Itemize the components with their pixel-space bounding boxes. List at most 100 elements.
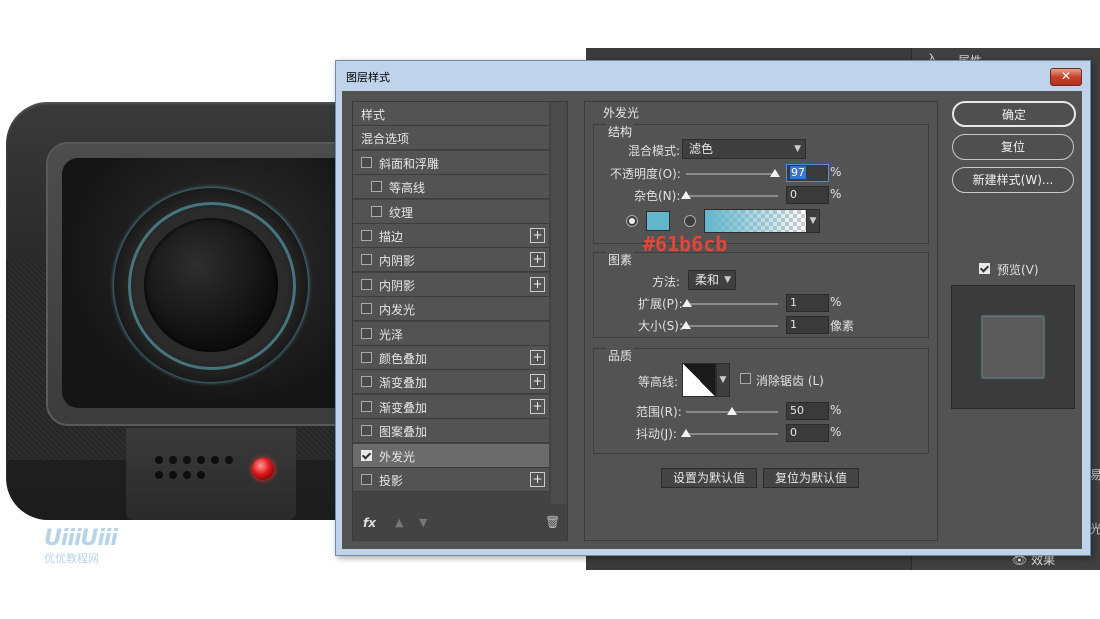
blend-mode-dropdown[interactable]: 滤色 ▼: [682, 139, 806, 159]
add-style-icon[interactable]: +: [530, 399, 545, 414]
style-checkbox[interactable]: [361, 450, 372, 461]
style-list-item[interactable]: 投影 +: [353, 468, 549, 492]
style-checkbox[interactable]: [361, 425, 372, 436]
style-item-label: 内阴影: [379, 279, 416, 293]
style-list-item[interactable]: 等高线: [353, 175, 549, 199]
spread-slider-thumb[interactable]: [681, 299, 692, 307]
style-checkbox[interactable]: [361, 401, 372, 412]
reset-default-button[interactable]: 复位为默认值: [763, 468, 859, 488]
chevron-down-icon: ▼: [794, 144, 801, 154]
range-slider[interactable]: [686, 407, 778, 415]
style-list-item[interactable]: 纹理: [353, 200, 549, 224]
spread-input[interactable]: 1: [786, 294, 829, 312]
add-style-icon[interactable]: +: [530, 472, 545, 487]
fx-icon[interactable]: fx: [363, 516, 376, 530]
dialog-title: 图层样式: [346, 71, 390, 84]
opacity-slider-thumb[interactable]: [770, 169, 781, 177]
style-list-item[interactable]: 图案叠加: [353, 419, 549, 443]
style-list-item[interactable]: 渐变叠加 +: [353, 395, 549, 419]
glow-gradient-swatch[interactable]: [704, 209, 808, 233]
style-list-item[interactable]: 斜面和浮雕: [353, 151, 549, 175]
style-list-item[interactable]: 描边 +: [353, 224, 549, 248]
noise-input[interactable]: 0: [786, 186, 829, 204]
blend-mode-value: 滤色: [689, 142, 714, 156]
layer-style-dialog: 图层样式 ✕ 样式 混合选项 斜面和浮雕 等高线 纹理 描边 + 内阴影 + 内阴影 + 内发光 光泽颜…: [335, 60, 1091, 556]
camera-device-illustration: [6, 102, 392, 520]
outer-glow-panel: 外发光 结构 混合模式: 滤色 ▼ 不透明度(O): 97 % 杂色(N): 0…: [584, 101, 938, 541]
add-style-icon[interactable]: +: [530, 374, 545, 389]
chevron-down-icon: ▼: [809, 216, 817, 226]
range-input[interactable]: 50: [786, 402, 829, 420]
move-down-icon[interactable]: ▼: [419, 516, 427, 529]
noise-slider-thumb[interactable]: [681, 191, 691, 199]
styles-list-scrollbar[interactable]: [551, 102, 567, 504]
opacity-slider[interactable]: [686, 169, 781, 177]
style-item-label: 投影: [379, 474, 404, 488]
contour-preview[interactable]: [682, 363, 716, 397]
gradient-dropdown[interactable]: ▼: [806, 209, 820, 233]
set-default-button[interactable]: 设置为默认值: [661, 468, 757, 488]
style-list-item[interactable]: 混合选项: [353, 126, 549, 150]
style-list-item[interactable]: 样式: [353, 102, 549, 126]
dialog-titlebar[interactable]: 图层样式 ✕: [336, 61, 1090, 87]
style-checkbox[interactable]: [361, 157, 372, 168]
style-list-item[interactable]: 内阴影 +: [353, 248, 549, 272]
opacity-input[interactable]: 97: [786, 164, 829, 182]
range-slider-thumb[interactable]: [727, 407, 737, 415]
style-checkbox[interactable]: [361, 474, 372, 485]
jitter-slider-thumb[interactable]: [681, 429, 691, 437]
preview-checkbox[interactable]: [979, 263, 990, 274]
style-checkbox[interactable]: [361, 279, 372, 290]
styles-list: 样式 混合选项 斜面和浮雕 等高线 纹理 描边 + 内阴影 + 内阴影 + 内发光 光泽 颜色叠加 + 渐变叠…: [352, 101, 568, 541]
solid-color-radio[interactable]: [626, 215, 638, 227]
style-list-item[interactable]: 外发光: [353, 444, 549, 468]
jitter-slider[interactable]: [681, 429, 778, 437]
style-item-label: 纹理: [389, 206, 414, 220]
style-list-item[interactable]: 光泽: [353, 322, 549, 346]
gradient-radio[interactable]: [684, 215, 696, 227]
style-item-label: 样式: [361, 108, 386, 122]
glow-color-swatch[interactable]: [646, 211, 670, 231]
style-item-label: 斜面和浮雕: [379, 157, 440, 171]
style-checkbox[interactable]: [361, 254, 372, 265]
move-up-icon[interactable]: ▲: [395, 516, 403, 529]
style-checkbox[interactable]: [371, 206, 382, 217]
jitter-input[interactable]: 0: [786, 424, 829, 442]
style-list-item[interactable]: 颜色叠加 +: [353, 346, 549, 370]
structure-group: 结构 混合模式: 滤色 ▼ 不透明度(O): 97 % 杂色(N): 0 % ▼: [593, 123, 929, 244]
add-style-icon[interactable]: +: [530, 252, 545, 267]
dialog-content: 样式 混合选项 斜面和浮雕 等高线 纹理 描边 + 内阴影 + 内阴影 + 内发光 光泽 颜色叠加 + 渐变叠…: [342, 91, 1082, 549]
style-list-item[interactable]: 内发光: [353, 297, 549, 321]
add-style-icon[interactable]: +: [530, 228, 545, 243]
technique-dropdown[interactable]: 柔和 ▼: [688, 270, 736, 290]
style-checkbox[interactable]: [361, 303, 372, 314]
device-lens: [114, 188, 308, 382]
style-item-label: 外发光: [379, 450, 416, 464]
watermark-logo: UiiiUiii: [44, 526, 118, 551]
contour-dropdown[interactable]: ▼: [716, 363, 730, 397]
trash-icon[interactable]: 🗑: [545, 515, 560, 529]
ok-button[interactable]: 确定: [952, 101, 1076, 127]
reset-button[interactable]: 复位: [952, 134, 1074, 160]
size-slider[interactable]: [681, 321, 778, 329]
size-slider-thumb[interactable]: [681, 321, 692, 329]
style-checkbox[interactable]: [361, 352, 372, 363]
add-style-icon[interactable]: +: [530, 277, 545, 292]
style-list-item[interactable]: 内阴影 +: [353, 273, 549, 297]
size-input[interactable]: 1: [786, 316, 829, 334]
style-checkbox[interactable]: [361, 230, 372, 241]
style-item-label: 光泽: [379, 328, 404, 342]
structure-title: 结构: [606, 123, 635, 140]
add-style-icon[interactable]: +: [530, 350, 545, 365]
style-list-item[interactable]: 渐变叠加 +: [353, 370, 549, 394]
style-checkbox[interactable]: [361, 376, 372, 387]
style-item-label: 图案叠加: [379, 425, 428, 439]
spread-slider[interactable]: [681, 299, 778, 307]
style-checkbox[interactable]: [361, 328, 372, 339]
noise-slider[interactable]: [681, 191, 778, 199]
size-unit-label: 像素: [830, 319, 855, 333]
new-style-button[interactable]: 新建样式(W)...: [952, 167, 1074, 193]
close-button[interactable]: ✕: [1050, 68, 1082, 86]
antialias-checkbox[interactable]: [740, 373, 751, 384]
style-checkbox[interactable]: [371, 181, 382, 192]
